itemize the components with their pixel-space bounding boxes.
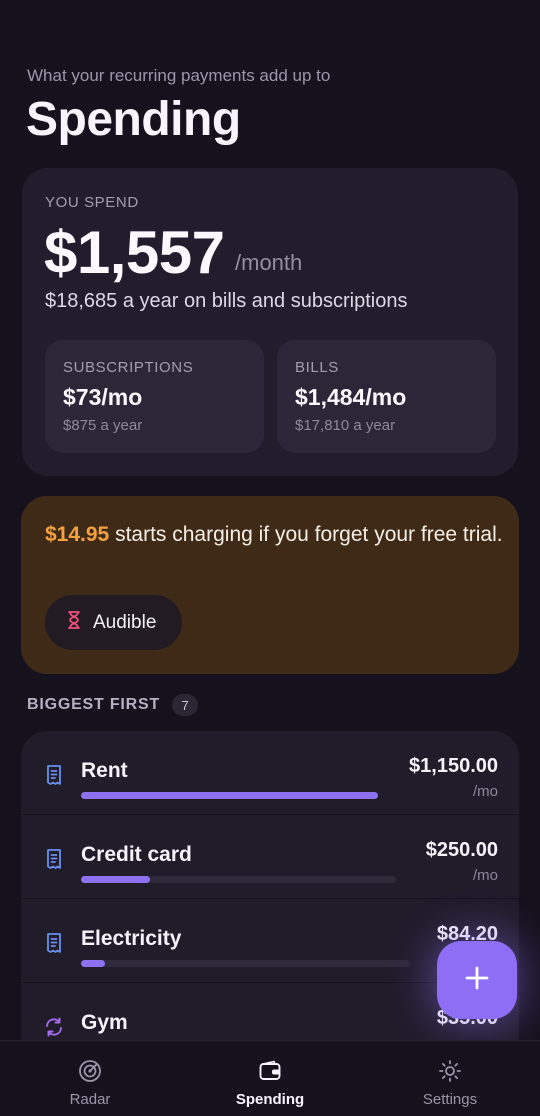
bottom-tab-bar: Radar Spending Settings [0,1040,540,1116]
subscriptions-monthly: $73/mo [63,384,143,410]
payment-name: Rent [81,759,128,782]
page-subtitle: What your recurring payments add up to [27,66,331,85]
plus-icon [464,965,490,996]
sun-icon [438,1059,462,1083]
payment-row-rent[interactable]: Rent $1,150.00 /mo [21,731,519,815]
subscriptions-yearly: $875 a year [63,417,143,434]
spending-screen: What your recurring payments add up to S… [0,0,540,1116]
share-bar-track [81,960,410,967]
spending-summary-card: YOU SPEND $1,557 /month $18,685 a year o… [22,168,518,476]
bills-monthly: $1,484/mo [295,384,407,410]
tab-label: Settings [422,1091,478,1108]
tab-settings[interactable]: Settings [360,1041,540,1116]
add-payment-button[interactable] [437,941,517,1019]
share-bar-fill [81,876,150,883]
tab-label: Radar [69,1091,111,1108]
subscriptions-label: SUBSCRIPTIONS [63,359,194,376]
receipt-icon [43,764,65,786]
payment-unit: /mo [472,783,498,800]
audible-trial-chip[interactable]: Audible [45,595,183,650]
free-trial-warning-card: $14.95 starts charging if you forget you… [21,496,519,674]
bills-yearly: $17,810 a year [295,417,396,434]
payment-unit: /mo [472,867,498,884]
trial-price: $14.95 [45,523,110,546]
share-bar-track [81,792,378,799]
subscriptions-card: SUBSCRIPTIONS $73/mo $875 a year [45,340,264,453]
repeat-icon [43,1016,65,1038]
receipt-icon [43,848,65,870]
radar-icon [78,1059,102,1083]
trial-message-text: starts charging if you forget your free … [109,523,503,546]
section-label: BIGGEST FIRST [27,696,161,713]
tab-label: Spending [235,1091,305,1108]
hourglass-icon [67,611,81,634]
trial-chip-label: Audible [93,611,157,633]
item-count-badge: 7 [172,694,199,716]
monthly-total: $1,557 [44,219,225,286]
payment-name: Electricity [81,927,182,950]
monthly-period: /month [235,250,303,275]
bills-card: BILLS $1,484/mo $17,810 a year [277,340,496,453]
wallet-icon [258,1059,282,1083]
payment-row-credit-card[interactable]: Credit card $250.00 /mo [21,815,519,899]
list-section-header: BIGGEST FIRST 7 [27,694,199,716]
bills-label: BILLS [295,359,339,376]
tab-spending[interactable]: Spending [180,1041,360,1116]
page-title: Spending [26,93,241,146]
yearly-total-line: $18,685 a year on bills and subscription… [45,290,408,312]
share-bar-fill [81,792,378,799]
payment-amount: $250.00 [425,839,498,861]
payment-name: Gym [81,1011,128,1034]
receipt-icon [43,932,65,954]
share-bar-track [81,876,396,883]
tab-radar[interactable]: Radar [0,1041,180,1116]
share-bar-fill [81,960,105,967]
payment-name: Credit card [81,843,192,866]
trial-message: $14.95 starts charging if you forget you… [45,520,505,549]
payment-amount: $1,150.00 [409,755,498,777]
you-spend-label: YOU SPEND [45,194,139,211]
